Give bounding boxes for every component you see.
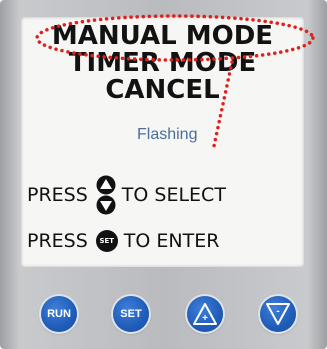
lcd-screen: MANUAL MODE TIMER MODE CANCEL Flashing P… [21,17,304,267]
down-button-label: - [276,306,279,317]
down-triangle-icon: - [266,303,290,325]
select-action-text: TO SELECT [121,184,226,206]
menu-item-manual-mode: MANUAL MODE [51,21,274,51]
menu-item-cancel: CANCEL [105,75,220,105]
enter-instruction: PRESS SET TO ENTER [27,230,219,252]
run-button[interactable]: RUN [41,296,77,332]
control-panel: MANUAL MODE TIMER MODE CANCEL Flashing P… [0,0,327,349]
flashing-annotation-label: Flashing [137,126,198,143]
set-button-label: SET [120,308,142,320]
enter-action-text: TO ENTER [123,230,220,252]
up-triangle-icon: + [193,303,217,325]
up-button-label: + [202,313,208,324]
up-button[interactable]: + [187,296,223,332]
run-button-label: RUN [47,308,71,320]
set-icon: SET [95,230,118,252]
up-down-arrows-icon [96,175,116,215]
set-button[interactable]: SET [113,296,149,332]
select-instruction: PRESS TO SELECT [27,175,226,215]
enter-press-text: PRESS [27,230,88,252]
menu-item-timer-mode: TIMER MODE [68,48,257,78]
down-button[interactable]: - [260,296,296,332]
select-press-text: PRESS [27,184,88,206]
